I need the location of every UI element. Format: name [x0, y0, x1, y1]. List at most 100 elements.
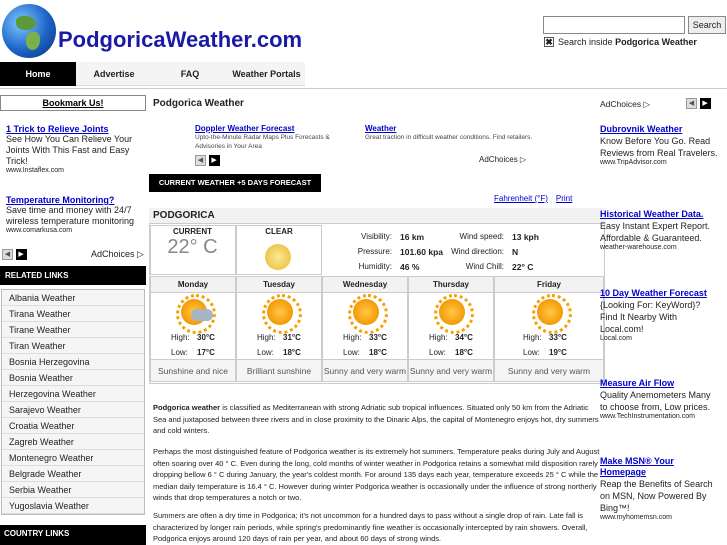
day-name: Wednesday: [323, 277, 407, 293]
bookmark-link[interactable]: Bookmark Us!: [42, 98, 103, 108]
chevron-right-icon[interactable]: ▶: [15, 249, 27, 260]
ad-pager: ◀ ▶: [2, 248, 27, 260]
right-ad: 10 Day Weather Forecast {Looking For: Ke…: [600, 288, 718, 342]
ad-pager: ◀ ▶: [686, 97, 711, 109]
ad-text[interactable]: Know Before You Go. Read Reviews from Re…: [600, 135, 718, 159]
high-temp: 33°C: [549, 333, 567, 342]
ad-title-link[interactable]: Dubrovnik Weather: [600, 124, 718, 135]
fahrenheit-link[interactable]: Fahrenheit (°F): [494, 194, 548, 203]
mid-ad: Weather Great traction in difficult weat…: [365, 124, 535, 142]
stat-label: Visibility:: [361, 232, 392, 241]
ad-title-link[interactable]: Make MSN® Your Homepage: [600, 456, 718, 478]
chevron-right-icon[interactable]: ▶: [208, 155, 220, 166]
related-link[interactable]: Tiran Weather: [2, 338, 144, 354]
ad-title-link[interactable]: Weather: [365, 124, 535, 133]
related-link[interactable]: Montenegro Weather: [2, 450, 144, 466]
adchoices-link[interactable]: AdChoices ▷: [479, 155, 526, 164]
ad-title-link[interactable]: Measure Air Flow: [600, 378, 718, 389]
high-label: High:: [429, 333, 448, 342]
related-link[interactable]: Bosnia Weather: [2, 370, 144, 386]
related-link[interactable]: Serbia Weather: [2, 482, 144, 498]
ad-url[interactable]: weather-warehouse.com: [600, 244, 718, 251]
low-temp: 17°C: [197, 348, 215, 357]
low-label: Low:: [171, 348, 188, 357]
right-ad: Measure Air Flow Quality Anemometers Man…: [600, 378, 718, 420]
nav-advertise[interactable]: Advertise: [76, 62, 152, 86]
search-input[interactable]: [543, 16, 685, 34]
ad-url[interactable]: Local.com: [600, 335, 718, 342]
related-link[interactable]: Belgrade Weather: [2, 466, 144, 482]
nav-faq[interactable]: FAQ: [152, 62, 228, 86]
ad-title-link[interactable]: Doppler Weather Forecast: [195, 124, 359, 133]
high-label: High:: [257, 333, 276, 342]
forecast-day: Thursday High: 34°C Low: 18°C Sunny and …: [408, 276, 494, 382]
related-link[interactable]: Croatia Weather: [2, 418, 144, 434]
ad-url[interactable]: www.comarkusa.com: [6, 227, 144, 234]
chevron-right-icon[interactable]: ▶: [699, 98, 711, 109]
search-scope-checkbox[interactable]: ✖: [544, 37, 554, 47]
right-ad: Dubrovnik Weather Know Before You Go. Re…: [600, 124, 718, 166]
related-link[interactable]: Yugoslavia Weather: [2, 498, 144, 514]
day-name: Tuesday: [237, 277, 321, 293]
ad-title-link[interactable]: Temperature Monitoring?: [6, 195, 114, 205]
related-link[interactable]: Albania Weather: [2, 290, 144, 306]
low-temp: 18°C: [283, 348, 301, 357]
ad-url[interactable]: www.TripAdvisor.com: [600, 159, 718, 166]
city-name: PODGORICA: [149, 208, 605, 224]
stat-label: Wind Chill:: [465, 262, 504, 271]
forecast-day: Friday High: 33°C Low: 19°C Sunny and ve…: [494, 276, 604, 382]
ad-pager: ◀ ▶: [195, 154, 220, 166]
right-ad: Historical Weather Data. Easy Instant Ex…: [600, 209, 718, 251]
forecast-day: Tuesday High: 31°C Low: 18°C Brilliant s…: [236, 276, 322, 382]
globe-logo-icon[interactable]: [2, 4, 56, 58]
ad-url[interactable]: www.Instaflex.com: [6, 167, 144, 174]
chevron-left-icon[interactable]: ◀: [195, 155, 206, 166]
nav-home[interactable]: Home: [0, 62, 76, 86]
ad-text[interactable]: Reap the Benefits of Search on MSN, Now …: [600, 478, 718, 514]
related-link[interactable]: Tirana Weather: [2, 306, 144, 322]
ad-text[interactable]: {Looking For: KeyWord}? Find It Nearby W…: [600, 299, 718, 335]
ad-text[interactable]: Upto-the-Minute Radar Maps Plus Forecast…: [195, 133, 359, 151]
forecast-day: Monday High: 30°C Low: 17°C Sunshine and…: [150, 276, 236, 382]
stat-value: 22° C: [512, 262, 534, 272]
high-label: High:: [171, 333, 190, 342]
ad-title-link[interactable]: 1 Trick to Relieve Joints: [6, 124, 109, 134]
current-weather-forecast-button[interactable]: CURRENT WEATHER +5 DAYS FORECAST: [149, 174, 321, 192]
related-link[interactable]: Herzegovina Weather: [2, 386, 144, 402]
search-button[interactable]: Search: [688, 16, 726, 34]
description-paragraph: Perhaps the most distinguished feature o…: [153, 447, 600, 502]
chevron-left-icon[interactable]: ◀: [2, 249, 13, 260]
cloud-icon: [191, 309, 213, 321]
adchoices-link[interactable]: AdChoices ▷: [91, 249, 144, 260]
nav-weather-portals[interactable]: Weather Portals: [228, 62, 305, 86]
chevron-left-icon[interactable]: ◀: [686, 98, 697, 109]
site-title[interactable]: PodgoricaWeather.com: [58, 27, 302, 53]
stat-value: 16 km: [400, 232, 425, 242]
ad-title-link[interactable]: Historical Weather Data.: [600, 209, 718, 220]
sun-icon: [532, 294, 572, 334]
stat-value: N: [512, 247, 519, 257]
related-link[interactable]: Bosnia Herzegovina: [2, 354, 144, 370]
ad-title-link[interactable]: 10 Day Weather Forecast: [600, 288, 718, 299]
ad-url[interactable]: www.TechInstrumentation.com: [600, 413, 718, 420]
related-link[interactable]: Sarajevo Weather: [2, 402, 144, 418]
ad-text[interactable]: Quality Anemometers Many to choose from,…: [600, 389, 718, 413]
related-link[interactable]: Tirane Weather: [2, 322, 144, 338]
ad-url[interactable]: www.myhomemsn.com: [600, 514, 718, 521]
clear-sun-icon: [265, 244, 291, 270]
ad-text[interactable]: Easy Instant Expert Report. Affordable &…: [600, 220, 718, 244]
low-label: Low:: [343, 348, 360, 357]
adchoices-link[interactable]: AdChoices ▷: [600, 99, 650, 110]
ad-text[interactable]: See How You Can Relieve Your Joints With…: [6, 134, 144, 167]
ad-text[interactable]: Save time and money with 24/7 wireless t…: [6, 205, 144, 227]
paragraph-text: is classified as Mediterranean with stro…: [153, 403, 599, 435]
left-ad: 1 Trick to Relieve Joints See How You Ca…: [6, 124, 144, 174]
low-label: Low:: [523, 348, 540, 357]
units-print-links: Fahrenheit (°F) Print: [494, 194, 580, 203]
high-temp: 30°C: [197, 333, 215, 342]
country-links-header: COUNTRY LINKS: [0, 525, 146, 545]
right-ad: Make MSN® Your Homepage Reap the Benefit…: [600, 456, 718, 521]
related-link[interactable]: Zagreb Weather: [2, 434, 144, 450]
ad-text[interactable]: Great traction in difficult weather cond…: [365, 133, 535, 142]
print-link[interactable]: Print: [556, 194, 572, 203]
